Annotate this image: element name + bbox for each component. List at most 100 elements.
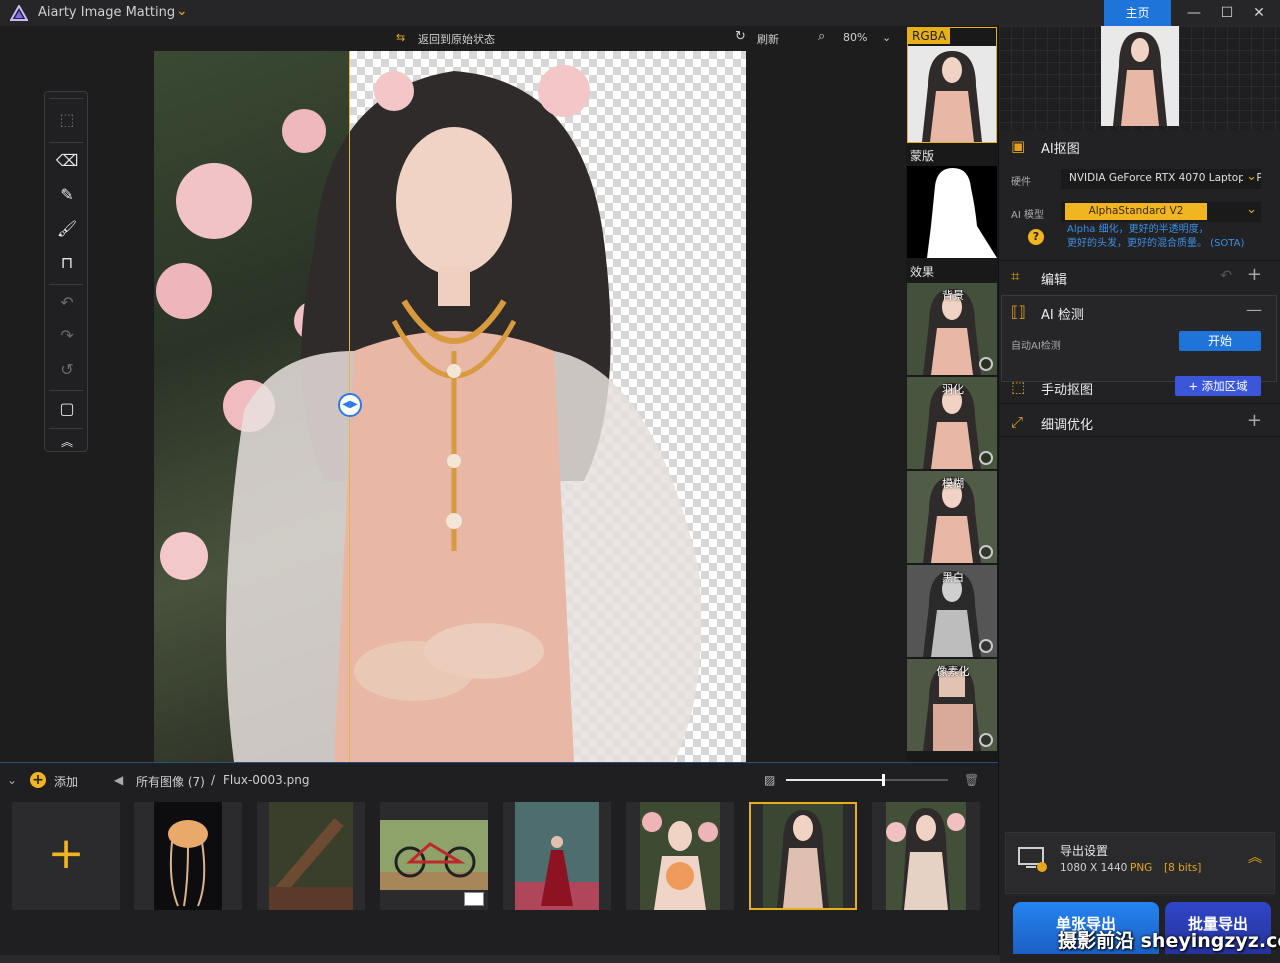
gallery-tile-jellyfish[interactable]: [134, 802, 242, 910]
export-bit-depth: [8 bits]: [1164, 862, 1202, 874]
chevron-down-icon: ⌄: [1246, 202, 1257, 217]
slider-thumb[interactable]: [882, 774, 886, 786]
effect-feather[interactable]: 羽化: [907, 377, 997, 469]
thumbnail-size-icon: ▨: [764, 773, 776, 787]
thumbnail-size-slider[interactable]: [786, 774, 948, 786]
effect-radio[interactable]: [979, 451, 993, 465]
refresh-button[interactable]: 刷新: [757, 31, 779, 47]
right-panel: ▣ AI抠图 硬件 NVIDIA GeForce RTX 4070 Laptop…: [998, 26, 1280, 963]
reset-to-original-button[interactable]: 返回到原始状态: [418, 31, 495, 47]
gallery-tile-flux-0003[interactable]: [749, 802, 857, 910]
export-resolution: 1080 X 1440: [1060, 862, 1128, 874]
export-settings-icon: [1018, 847, 1047, 872]
collapse-gallery-icon[interactable]: ⌄: [7, 773, 17, 787]
ai-detect-title[interactable]: AI 检测: [1041, 304, 1084, 323]
minimize-button[interactable]: —: [1180, 3, 1208, 23]
pen-icon[interactable]: ✎: [53, 181, 81, 209]
undo-icon[interactable]: ↶: [53, 289, 81, 317]
paint-roller-icon[interactable]: ⊓: [53, 249, 81, 277]
manual-select-icon: ⬚: [1011, 378, 1026, 396]
app-title: Aiarty Image Matting: [38, 5, 176, 20]
effect-radio[interactable]: [979, 545, 993, 559]
export-settings-title: 导出设置: [1060, 844, 1109, 858]
reset-icon[interactable]: ↺: [53, 356, 81, 384]
hardware-select[interactable]: NVIDIA GeForce RTX 4070 Laptop GPU ⌄: [1061, 169, 1261, 189]
effect-radio[interactable]: [979, 639, 993, 653]
redo-icon[interactable]: ↷: [53, 322, 81, 350]
gallery-tile-forest-log[interactable]: [257, 802, 365, 910]
reset-icon[interactable]: ⇆: [396, 31, 405, 44]
rgba-preview[interactable]: RGBA: [907, 27, 997, 143]
collapse-toolbox-icon[interactable]: ︽: [53, 428, 81, 456]
plus-icon: +: [47, 828, 85, 879]
help-icon[interactable]: ?: [1028, 229, 1044, 245]
image-stage[interactable]: ◀▶: [154, 51, 746, 762]
effect-blur[interactable]: 模糊: [907, 471, 997, 563]
collapse-minus-icon[interactable]: —: [1246, 300, 1262, 319]
ai-model-select[interactable]: AlphaStandard V2 ⌄: [1061, 202, 1261, 222]
effect-background[interactable]: 背景: [907, 283, 997, 375]
add-images-button[interactable]: 添加: [54, 773, 78, 790]
zoom-level[interactable]: 80%: [843, 31, 867, 44]
maximize-button[interactable]: ☐: [1213, 3, 1241, 23]
model-description: Alpha 细化，更好的半透明度， 更好的头发，更好的混合质量。 (SOTA): [1067, 223, 1275, 251]
model-description-line: 更好的头发，更好的混合质量。 (SOTA): [1067, 238, 1245, 249]
effect-label: 羽化: [942, 383, 964, 396]
effect-black-white[interactable]: 黑白: [907, 565, 997, 657]
expand-plus-icon[interactable]: +: [1247, 410, 1262, 431]
breadcrumb-all-images[interactable]: 所有图像 (7): [136, 773, 205, 790]
crop-edit-icon: ⌗: [1011, 267, 1020, 285]
home-button[interactable]: 主页: [1104, 0, 1171, 26]
effect-pixelate[interactable]: 像素化: [907, 659, 997, 751]
manual-matting-title[interactable]: 手动抠图: [1041, 379, 1093, 398]
subject-image: [156, 65, 702, 762]
fit-screen-icon[interactable]: ▢: [53, 395, 81, 423]
add-region-button[interactable]: + 添加区域: [1175, 376, 1261, 396]
gallery-tile-girl-flowers-2[interactable]: [872, 802, 980, 910]
ai-model-label: AI 模型: [1011, 210, 1044, 221]
toolbox-divider: [49, 284, 83, 285]
start-detect-button[interactable]: 开始: [1179, 331, 1261, 351]
hardware-value: NVIDIA GeForce RTX 4070 Laptop GPU: [1069, 172, 1261, 184]
eraser-icon[interactable]: ⌫: [53, 147, 81, 175]
brush-icon[interactable]: 🖌: [53, 215, 81, 243]
close-button[interactable]: ✕: [1245, 3, 1273, 23]
trash-icon[interactable]: 🗑: [964, 773, 979, 787]
export-settings[interactable]: 导出设置 1080 X 1440 PNG [8 bits] ︽: [1005, 832, 1275, 894]
effect-radio[interactable]: [979, 357, 993, 371]
refine-title[interactable]: 细调优化: [1041, 414, 1093, 433]
preview-strip: RGBA 蒙版 效果 背景 羽化 模糊 黑白 像素化: [906, 26, 998, 762]
gallery-tile-girl-flowers[interactable]: [626, 802, 734, 910]
hardware-label: 硬件: [1011, 177, 1031, 188]
slider-fill: [786, 779, 884, 781]
add-image-tile[interactable]: +: [12, 802, 120, 910]
watermark-text: 摄影前沿 sheyingzyz.com: [1058, 930, 1280, 952]
expand-up-icon[interactable]: ︽: [1248, 847, 1262, 867]
gallery-tile-bicycle[interactable]: [380, 802, 488, 910]
mask-label: 蒙版: [910, 149, 935, 163]
gallery-toolbar: ⌄ + 添加 ◀ 所有图像 (7) / Flux-0003.png ▨ 🗑: [0, 763, 998, 795]
effect-label: 模糊: [942, 477, 964, 490]
mask-thumbnail[interactable]: [907, 166, 997, 258]
toolbox-divider: [49, 98, 83, 99]
breadcrumb-separator: /: [211, 773, 216, 787]
auto-ai-detect-label: 自动AI检测: [1011, 341, 1061, 352]
effect-radio[interactable]: [979, 733, 993, 747]
edit-title[interactable]: 编辑: [1041, 269, 1067, 288]
toolbox-divider: [49, 142, 83, 143]
expand-plus-icon[interactable]: +: [1247, 264, 1262, 285]
divider: [999, 403, 1280, 404]
image-gallery: ⌄ + 添加 ◀ 所有图像 (7) / Flux-0003.png ▨ 🗑 +: [0, 762, 998, 963]
back-icon[interactable]: ◀: [114, 773, 123, 787]
select-region-icon[interactable]: ⬚: [53, 106, 81, 134]
refresh-icon[interactable]: ↻: [735, 29, 746, 44]
add-icon[interactable]: +: [30, 772, 46, 788]
compare-split-handle-icon[interactable]: ◀▶: [338, 393, 362, 417]
zoom-icon[interactable]: ⌕: [818, 29, 825, 44]
ai-matting-icon: ▣: [1011, 137, 1026, 155]
chevron-down-icon[interactable]: ⌄: [176, 3, 188, 19]
undo-icon[interactable]: ↶: [1220, 268, 1232, 284]
gallery-tile-red-dress[interactable]: [503, 802, 611, 910]
divider: [999, 436, 1280, 437]
zoom-dropdown-chevron-icon[interactable]: ⌄: [882, 31, 891, 44]
